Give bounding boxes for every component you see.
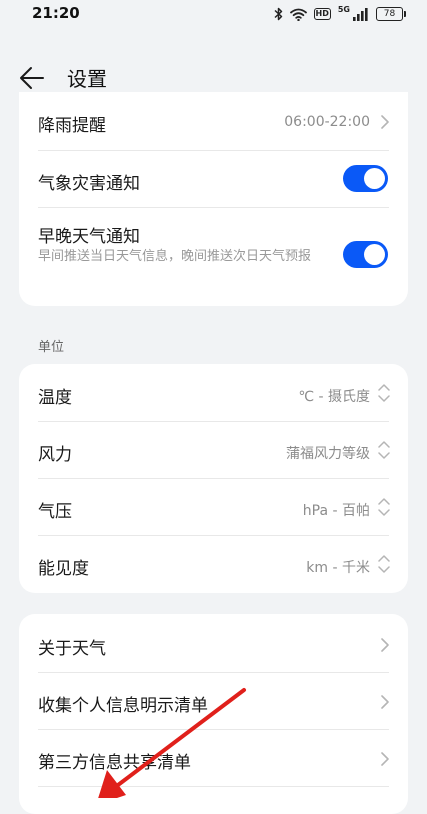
disaster-notice-row: 气象灾害通知 [19,150,408,207]
unit-value: km - 千米 [306,560,370,576]
toggle-knob [364,244,385,265]
status-time: 21:20 [32,4,80,22]
unit-row-pressure[interactable]: 气压 hPa - 百帕 [19,478,408,535]
unit-label: 温度 [38,388,72,408]
arrow-left-icon[interactable] [18,64,46,92]
toggle-knob [364,168,385,189]
units-card: 温度 ℃ - 摄氏度 风力 蒲福风力等级 气压 hPa - 百帕 能见度 km … [19,364,408,593]
chevron-up-down-icon [378,555,390,573]
chevron-up-down-icon [378,384,390,402]
wifi-icon [289,8,307,21]
rain-reminder-row[interactable]: 降雨提醒 06:00-22:00 [19,92,408,150]
unit-row-wind[interactable]: 风力 蒲福风力等级 [19,421,408,478]
chevron-right-icon [381,752,389,766]
page-title: 设置 [67,67,107,91]
about-item-label: 关于天气 [38,639,106,659]
chevron-up-down-icon [378,498,390,516]
unit-label: 气压 [38,502,72,522]
status-icons: HD 5G 78 [274,4,406,22]
unit-label: 能见度 [38,559,89,579]
unit-row-visibility[interactable]: 能见度 km - 千米 [19,535,408,593]
morning-evening-notice-toggle[interactable] [343,241,388,268]
unit-row-temperature[interactable]: 温度 ℃ - 摄氏度 [19,364,408,421]
morning-evening-notice-row: 早晚天气通知 早间推送当日天气信息，晚间推送次日天气预报 [19,207,408,306]
about-item-label: 收集个人信息明示清单 [38,696,208,716]
morning-evening-notice-description: 早间推送当日天气信息，晚间推送次日天气预报 [38,249,312,264]
chevron-right-icon [381,695,389,709]
chevron-up-down-icon [378,441,390,459]
morning-evening-notice-label: 早晚天气通知 [38,227,140,247]
about-weather-row[interactable]: 关于天气 [19,614,408,672]
chevron-right-icon [381,638,389,652]
rain-reminder-label: 降雨提醒 [38,116,106,136]
third-party-sharing-row[interactable]: 第三方信息共享清单 [19,729,408,786]
unit-value: hPa - 百帕 [302,503,370,519]
rain-reminder-value: 06:00-22:00 [284,114,370,130]
about-card: 关于天气 收集个人信息明示清单 第三方信息共享清单 [19,614,408,814]
unit-value: ℃ - 摄氏度 [298,389,370,405]
battery-indicator: 78 [376,7,406,21]
signal-type-label: 5G [337,4,350,14]
status-bar: 21:20 HD 5G 78 [0,0,427,30]
disaster-notice-label: 气象灾害通知 [38,174,140,194]
personal-info-list-row[interactable]: 收集个人信息明示清单 [19,672,408,729]
unit-value: 蒲福风力等级 [286,446,370,462]
about-item-label: 第三方信息共享清单 [38,753,191,773]
unit-label: 风力 [38,445,72,465]
hd-badge: HD [313,8,331,20]
bluetooth-icon [274,7,282,21]
notification-settings-card: 降雨提醒 06:00-22:00 气象灾害通知 早晚天气通知 早间推送当日天气信… [19,92,408,306]
disaster-notice-toggle[interactable] [343,165,388,192]
signal-icon [353,7,368,21]
row-divider [38,786,389,787]
units-section-label: 单位 [38,340,65,355]
chevron-right-icon [381,115,389,129]
